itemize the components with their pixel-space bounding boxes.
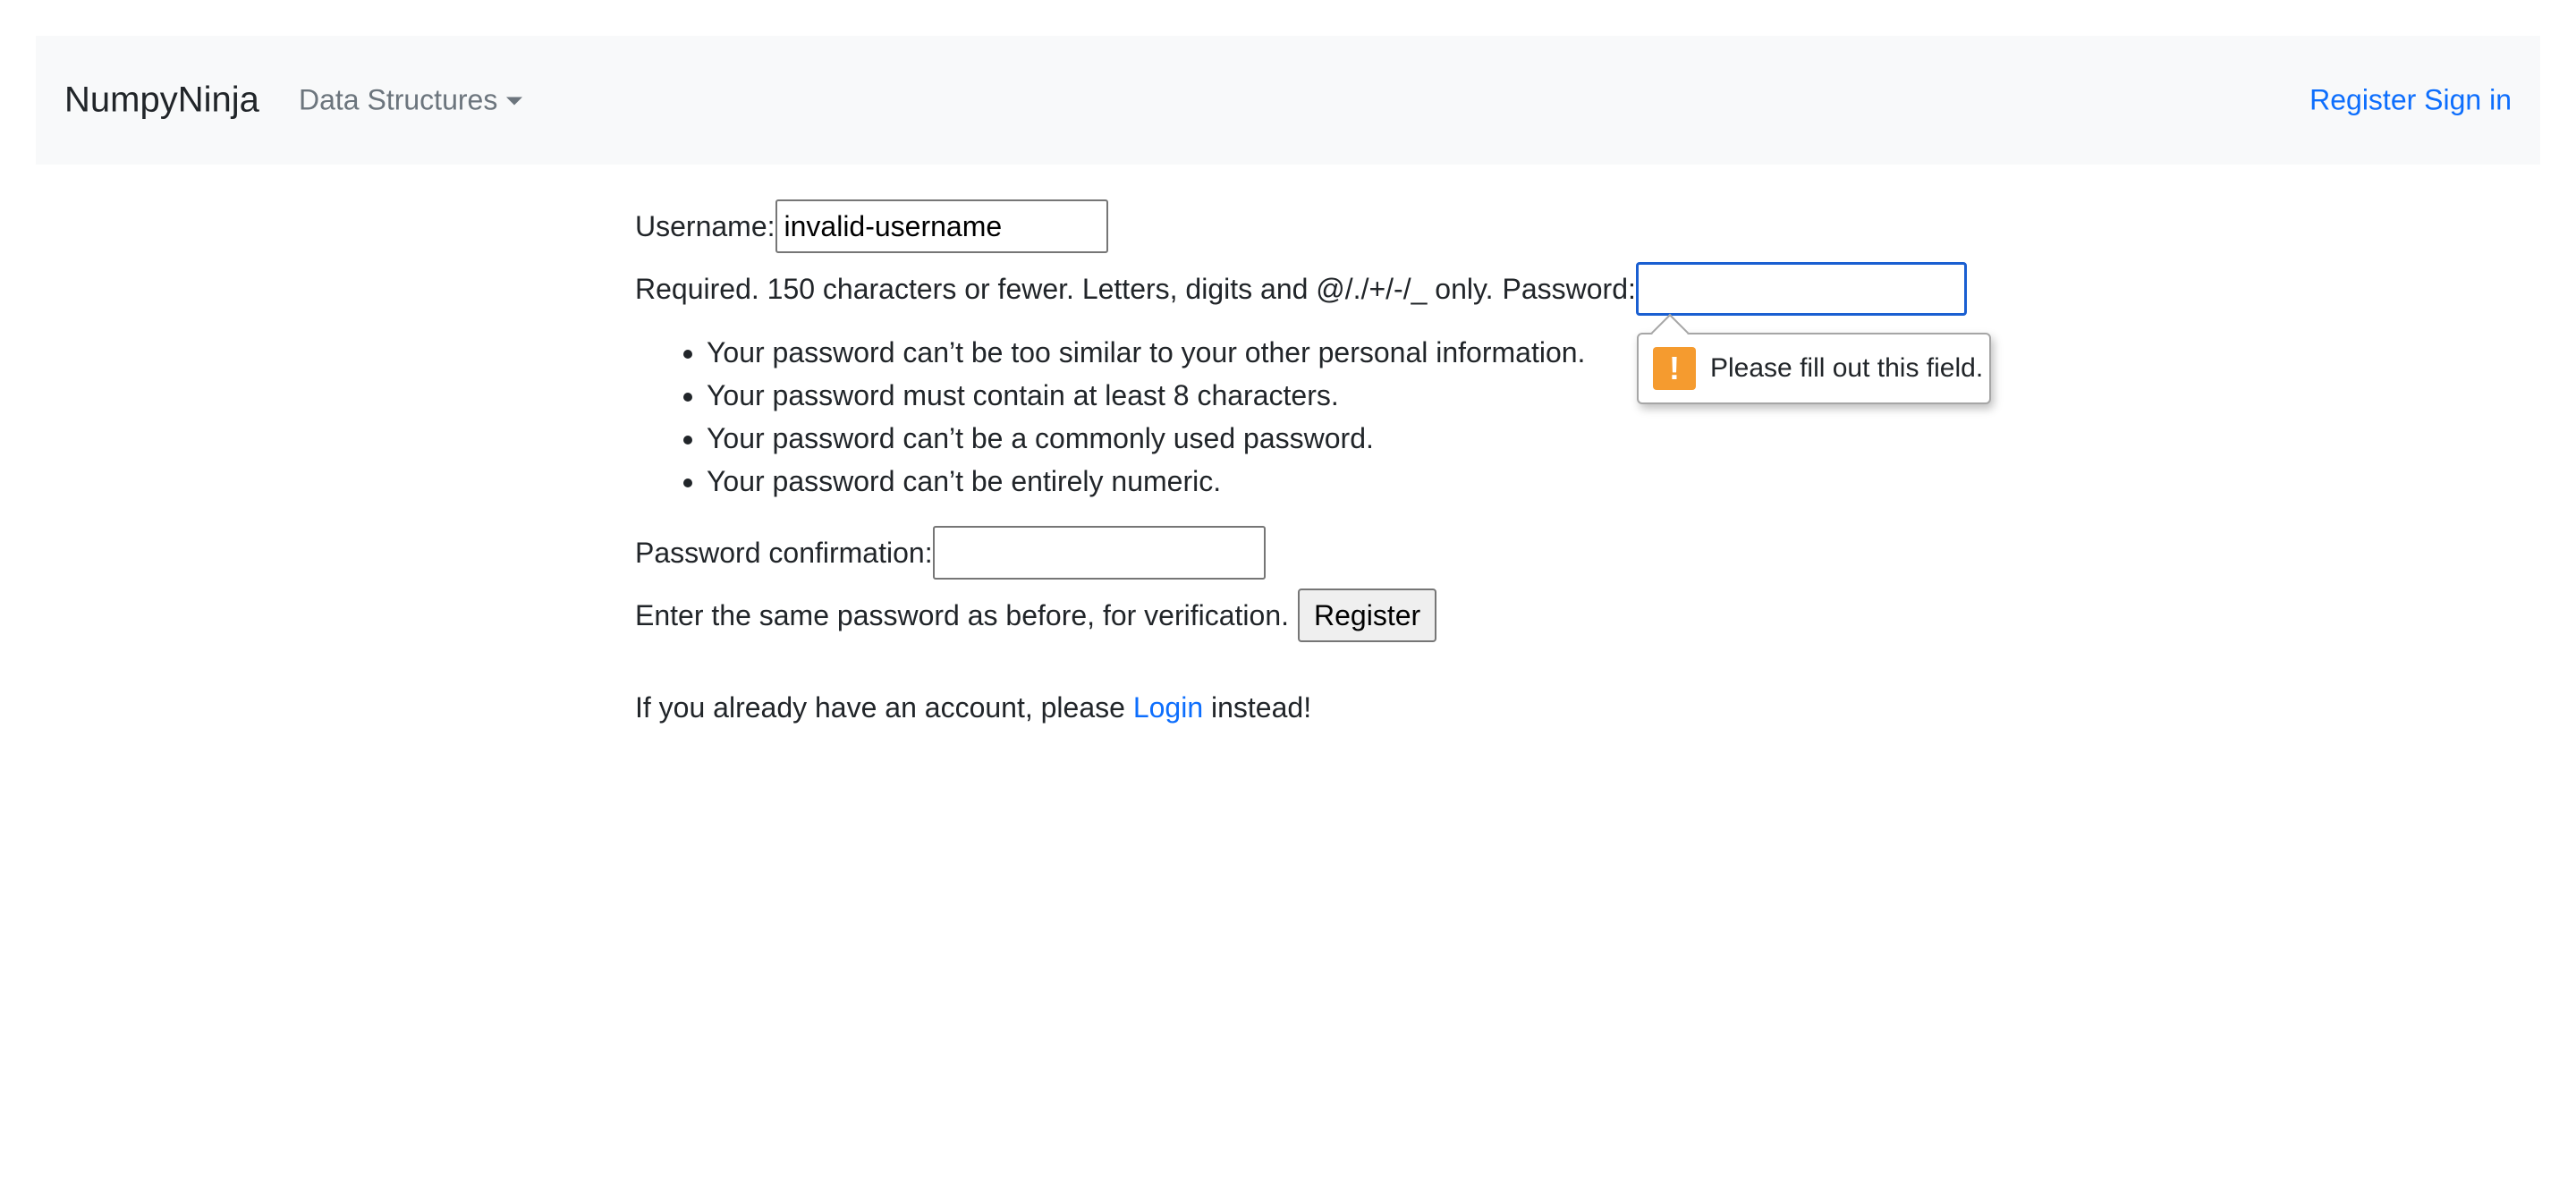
- username-input[interactable]: [775, 199, 1108, 253]
- caret-down-icon: [506, 97, 523, 106]
- register-link[interactable]: Register: [2309, 84, 2416, 116]
- username-row: Username:: [635, 199, 1108, 253]
- register-row: Enter the same password as before, for v…: [635, 588, 1437, 642]
- register-button[interactable]: Register: [1298, 588, 1437, 642]
- login-prompt: If you already have an account, please L…: [635, 690, 1311, 724]
- password-confirmation-help-text: Enter the same password as before, for v…: [635, 598, 1290, 631]
- password-help-list: Your password can’t be too similar to yo…: [635, 331, 1585, 503]
- list-item: Your password can’t be a commonly used p…: [707, 417, 1585, 460]
- validation-message: Please fill out this field.: [1710, 353, 1984, 383]
- list-item: Your password can’t be too similar to yo…: [707, 331, 1585, 374]
- data-structures-dropdown[interactable]: Data Structures: [299, 83, 523, 117]
- password-input[interactable]: [1635, 262, 1967, 316]
- password-confirmation-label: Password confirmation:: [635, 536, 933, 569]
- username-help-text: Required. 150 characters or fewer. Lette…: [635, 272, 1494, 305]
- username-label: Username:: [635, 209, 775, 242]
- tooltip-arrow: [1650, 313, 1690, 352]
- navbar: NumpyNinja Data Structures Register Sign…: [36, 36, 2540, 165]
- validation-tooltip: ! Please fill out this field.: [1637, 313, 1991, 404]
- password-confirmation-row: Password confirmation:: [635, 526, 1266, 580]
- login-prompt-suffix: instead!: [1211, 691, 1312, 724]
- list-item: Your password must contain at least 8 ch…: [707, 374, 1585, 417]
- signin-link[interactable]: Sign in: [2424, 84, 2512, 116]
- password-label: Password:: [1502, 272, 1636, 305]
- dropdown-label: Data Structures: [299, 83, 498, 116]
- warning-icon: !: [1653, 347, 1696, 390]
- password-row: Required. 150 characters or fewer. Lette…: [635, 262, 1967, 316]
- login-prompt-prefix: If you already have an account, please: [635, 691, 1125, 724]
- password-confirmation-input[interactable]: [932, 526, 1266, 580]
- login-link[interactable]: Login: [1133, 690, 1203, 724]
- list-item: Your password can’t be entirely numeric.: [707, 460, 1585, 503]
- brand-link[interactable]: NumpyNinja: [64, 80, 259, 121]
- nav-auth-links: Register Sign in: [2309, 84, 2512, 117]
